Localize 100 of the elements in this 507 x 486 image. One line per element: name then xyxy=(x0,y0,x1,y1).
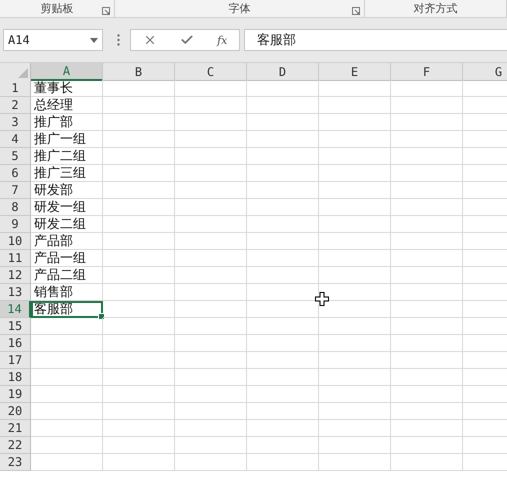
empty-cell[interactable] xyxy=(319,369,391,386)
empty-cell[interactable] xyxy=(103,352,175,369)
empty-cell[interactable] xyxy=(391,80,463,97)
empty-cell[interactable] xyxy=(103,386,175,403)
empty-cell[interactable] xyxy=(103,369,175,386)
table-cell[interactable]: 推广二组 xyxy=(31,148,103,165)
empty-cell[interactable] xyxy=(103,437,175,454)
empty-cell[interactable] xyxy=(391,403,463,420)
empty-cell[interactable] xyxy=(319,182,391,199)
empty-cell[interactable] xyxy=(247,216,319,233)
table-cell[interactable]: 产品部 xyxy=(31,233,103,250)
table-cell[interactable]: 产品一组 xyxy=(31,250,103,267)
column-header[interactable]: F xyxy=(391,63,463,81)
empty-cell[interactable] xyxy=(175,114,247,131)
empty-cell[interactable] xyxy=(319,318,391,335)
enter-icon[interactable] xyxy=(180,33,194,47)
row-header[interactable]: 17 xyxy=(0,352,31,369)
empty-cell[interactable] xyxy=(175,437,247,454)
table-cell[interactable]: 推广一组 xyxy=(31,131,103,148)
empty-cell[interactable] xyxy=(175,301,247,318)
empty-cell[interactable] xyxy=(391,335,463,352)
empty-cell[interactable] xyxy=(175,182,247,199)
row-header[interactable]: 11 xyxy=(0,250,31,267)
empty-cell[interactable] xyxy=(319,114,391,131)
empty-cell[interactable] xyxy=(391,97,463,114)
row-header[interactable]: 22 xyxy=(0,437,31,454)
row-header[interactable]: 1 xyxy=(0,80,31,97)
empty-cell[interactable] xyxy=(247,420,319,437)
row-header[interactable]: 15 xyxy=(0,318,31,335)
empty-cell[interactable] xyxy=(247,148,319,165)
row-header[interactable]: 16 xyxy=(0,335,31,352)
empty-cell[interactable] xyxy=(391,267,463,284)
empty-cell[interactable] xyxy=(319,335,391,352)
empty-cell[interactable] xyxy=(175,267,247,284)
empty-cell[interactable] xyxy=(247,131,319,148)
empty-cell[interactable] xyxy=(319,352,391,369)
table-cell[interactable]: 董事长 xyxy=(31,80,103,97)
empty-cell[interactable] xyxy=(391,454,463,471)
empty-cell[interactable] xyxy=(391,352,463,369)
empty-cell[interactable] xyxy=(319,165,391,182)
empty-cell[interactable] xyxy=(319,233,391,250)
fill-handle[interactable] xyxy=(98,313,105,320)
empty-cell[interactable] xyxy=(391,182,463,199)
row-header[interactable]: 14 xyxy=(0,301,31,318)
row-header[interactable]: 23 xyxy=(0,454,31,471)
row-header[interactable]: 21 xyxy=(0,420,31,437)
column-header[interactable]: D xyxy=(247,63,319,81)
empty-cell[interactable] xyxy=(175,233,247,250)
empty-cell[interactable] xyxy=(175,420,247,437)
column-header[interactable]: A xyxy=(31,63,103,81)
empty-cell[interactable] xyxy=(319,199,391,216)
empty-cell[interactable] xyxy=(175,318,247,335)
table-cell[interactable]: 研发二组 xyxy=(31,216,103,233)
empty-cell[interactable] xyxy=(247,114,319,131)
column-header[interactable]: E xyxy=(319,63,391,81)
row-header[interactable]: 6 xyxy=(0,165,31,182)
select-all-corner[interactable] xyxy=(0,63,31,81)
dialog-launcher-icon[interactable] xyxy=(352,7,360,15)
empty-cell[interactable] xyxy=(391,233,463,250)
empty-cell[interactable] xyxy=(175,352,247,369)
empty-cell[interactable] xyxy=(175,386,247,403)
empty-cell[interactable] xyxy=(103,267,175,284)
empty-cell[interactable] xyxy=(247,369,319,386)
empty-cell[interactable] xyxy=(103,250,175,267)
empty-cell[interactable] xyxy=(319,437,391,454)
name-box[interactable]: A14 xyxy=(3,29,103,51)
empty-cell[interactable] xyxy=(103,284,175,301)
row-header[interactable]: 9 xyxy=(0,216,31,233)
formula-input[interactable]: 客服部 xyxy=(244,29,507,51)
empty-cell[interactable] xyxy=(319,267,391,284)
empty-cell[interactable] xyxy=(247,403,319,420)
empty-cell[interactable] xyxy=(247,352,319,369)
empty-cell[interactable] xyxy=(103,233,175,250)
empty-cell[interactable] xyxy=(103,199,175,216)
empty-cell[interactable] xyxy=(391,318,463,335)
table-cell[interactable]: 销售部 xyxy=(31,284,103,301)
table-cell[interactable]: 研发一组 xyxy=(31,199,103,216)
empty-cell[interactable] xyxy=(247,97,319,114)
empty-cell[interactable] xyxy=(103,80,175,97)
empty-cell[interactable] xyxy=(391,114,463,131)
empty-cell[interactable] xyxy=(175,97,247,114)
empty-cell[interactable] xyxy=(175,284,247,301)
empty-cell[interactable] xyxy=(391,369,463,386)
empty-cell[interactable] xyxy=(319,386,391,403)
empty-cell[interactable] xyxy=(175,199,247,216)
empty-cell[interactable] xyxy=(247,267,319,284)
empty-cell[interactable] xyxy=(391,437,463,454)
empty-cell[interactable] xyxy=(391,165,463,182)
empty-cell[interactable] xyxy=(175,131,247,148)
active-cell[interactable]: 客服部 xyxy=(31,301,103,318)
row-header[interactable]: 8 xyxy=(0,199,31,216)
empty-cell[interactable] xyxy=(391,250,463,267)
table-cell[interactable]: 研发部 xyxy=(31,182,103,199)
column-header[interactable]: B xyxy=(103,63,175,81)
empty-cell[interactable] xyxy=(175,369,247,386)
row-header[interactable]: 10 xyxy=(0,233,31,250)
empty-cell[interactable] xyxy=(247,386,319,403)
row-header[interactable]: 2 xyxy=(0,97,31,114)
empty-cell[interactable] xyxy=(103,420,175,437)
row-header[interactable]: 4 xyxy=(0,131,31,148)
